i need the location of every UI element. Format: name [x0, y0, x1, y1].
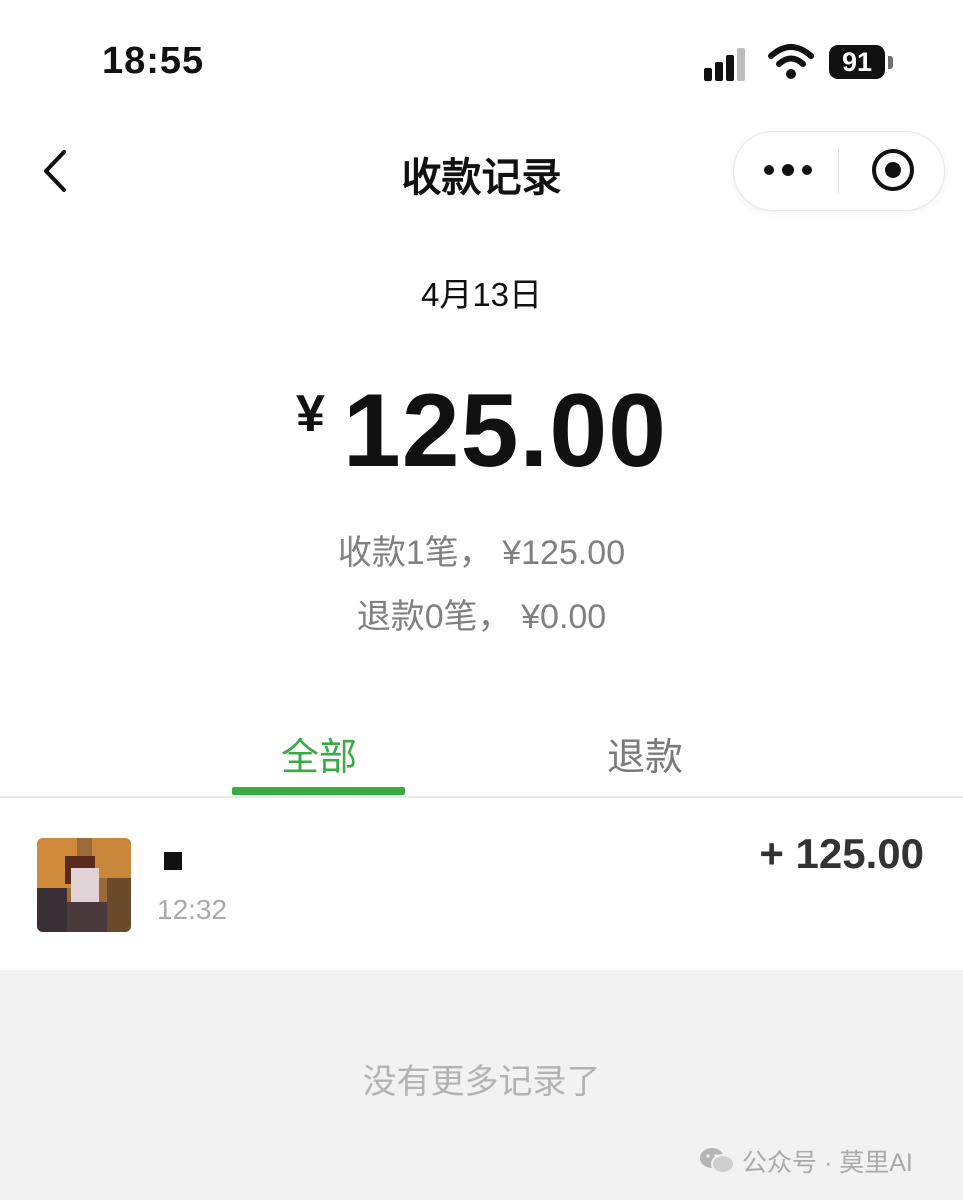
- watermark: 公众号 · 莫里AI: [698, 1143, 913, 1179]
- wifi-icon: [768, 44, 814, 79]
- received-summary: 收款1笔， ¥125.00: [337, 534, 626, 572]
- total-amount: ¥125.00: [0, 372, 963, 491]
- tab-divider: [0, 796, 963, 798]
- avatar: [37, 838, 131, 932]
- currency-symbol: ¥: [295, 385, 325, 443]
- wechat-icon: [700, 1148, 735, 1174]
- tab-all[interactable]: 全部: [233, 726, 405, 781]
- cellular-signal-icon: [704, 47, 754, 81]
- summary-date: 4月13日: [420, 276, 543, 313]
- payer-name-redacted: [164, 852, 182, 870]
- record-amount: + 125.00: [759, 830, 924, 877]
- status-time: 18:55: [102, 40, 205, 82]
- capsule-divider: [838, 147, 839, 193]
- no-more-records: 没有更多记录了: [362, 1063, 601, 1101]
- battery-tip: [888, 56, 893, 69]
- more-dots-icon[interactable]: [760, 160, 816, 180]
- active-tab-indicator: [232, 787, 405, 795]
- record-time: 12:32: [157, 894, 228, 925]
- target-circle-icon[interactable]: [870, 147, 916, 193]
- tab-refund[interactable]: 退款: [560, 726, 730, 781]
- refund-summary: 退款0笔， ¥0.00: [356, 598, 607, 636]
- total-value: 125.00: [342, 373, 667, 489]
- record-row[interactable]: [0, 800, 963, 968]
- watermark-text: 公众号 · 莫里AI: [742, 1149, 913, 1177]
- battery-indicator: 91: [829, 45, 885, 79]
